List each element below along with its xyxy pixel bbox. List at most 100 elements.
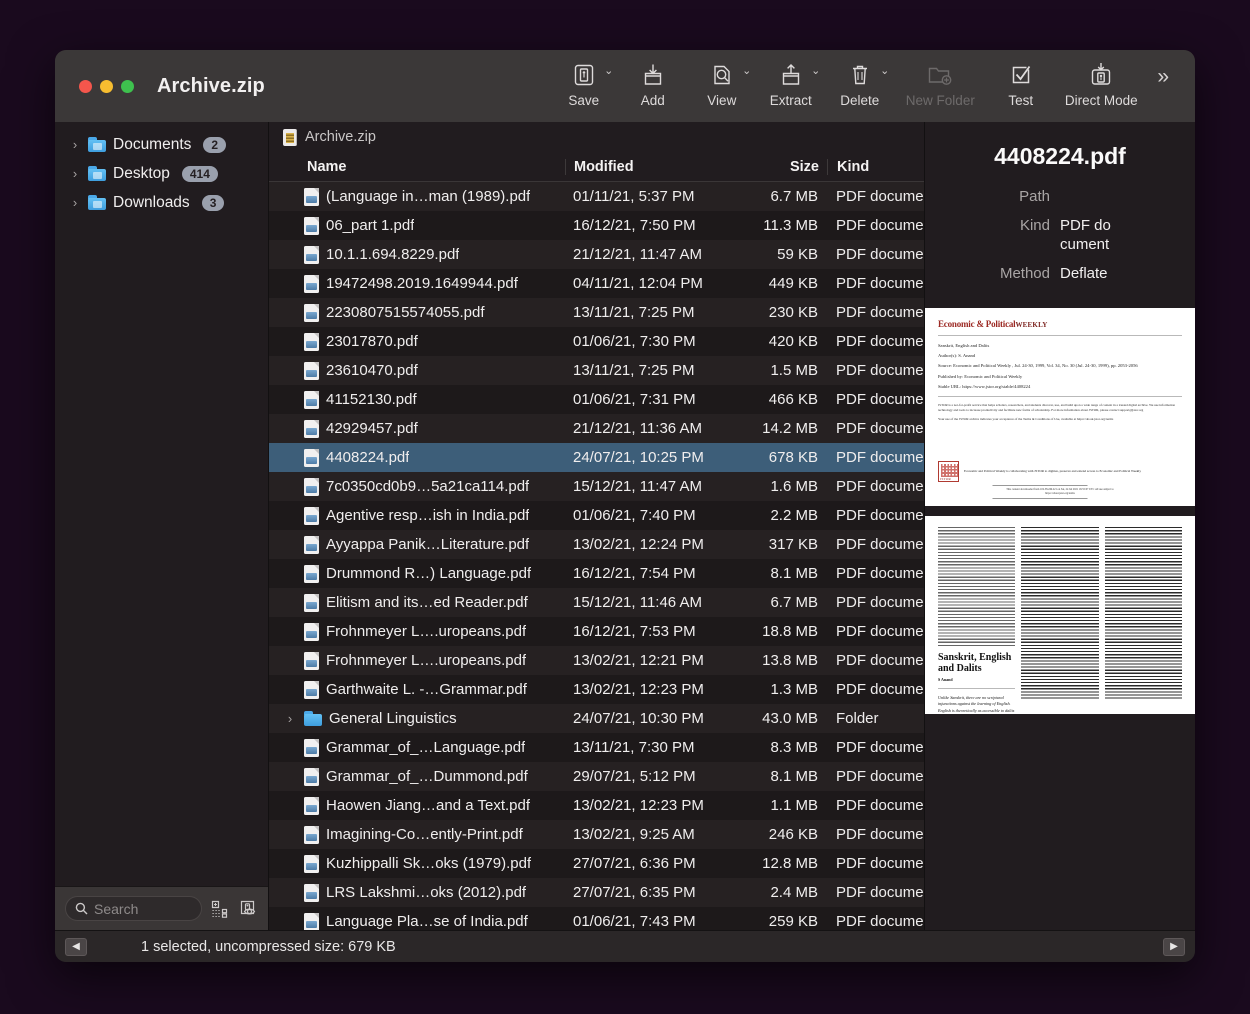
cell-kind: PDF document <box>836 913 924 930</box>
table-row[interactable]: Frohnmeyer L….uropeans.pdf 16/12/21, 7:53… <box>269 617 924 646</box>
minimize-button[interactable] <box>100 79 113 93</box>
cell-modified: 01/11/21, 5:37 PM <box>573 188 695 205</box>
table-row[interactable]: 10.1.1.694.8229.pdf 21/12/21, 11:47 AM 59 … <box>269 240 924 269</box>
table-row[interactable]: Imagining-Co…ently-Print.pdf 13/02/21, 9:… <box>269 820 924 849</box>
nav-forward-icon[interactable]: ▶ <box>1163 937 1185 956</box>
toolbar-extract-button[interactable]: ⌄ Extract <box>756 50 825 108</box>
cell-kind: PDF document <box>836 362 924 379</box>
folder-documents-icon <box>88 137 106 152</box>
toolbar-direct-mode-button[interactable]: Direct Mode <box>1055 50 1147 108</box>
cell-size: 8.1 MB <box>770 565 818 582</box>
chevron-right-icon[interactable]: › <box>69 195 81 210</box>
pdf-preview[interactable]: Economic & PoliticalWEEKLY Sanskrit, Eng… <box>925 308 1195 724</box>
toolbar-test-label: Test <box>1008 93 1034 108</box>
column-header-kind[interactable]: Kind <box>827 158 924 175</box>
table-row[interactable]: (Language in…man (1989).pdf 01/11/21, 5:3… <box>269 182 924 211</box>
chevron-down-icon[interactable]: ⌄ <box>811 66 820 77</box>
table-row[interactable]: Garthwaite L. -…Grammar.pdf 13/02/21, 12:… <box>269 675 924 704</box>
sidebar-item-documents[interactable]: › Documents 2 <box>55 130 268 159</box>
table-row[interactable]: Grammar_of_…Dummond.pdf 29/07/21, 5:12 PM… <box>269 762 924 791</box>
extract-icon <box>780 61 802 89</box>
chevron-down-icon[interactable]: ⌄ <box>880 66 889 77</box>
chevron-right-icon[interactable]: › <box>69 166 81 181</box>
pdf-file-icon <box>304 738 319 757</box>
close-button[interactable] <box>79 79 92 93</box>
journal-suffix: WEEKLY <box>1015 321 1048 330</box>
preview-footer-text: This content downloaded from 102.38.249.… <box>1006 487 1114 495</box>
pdf-file-icon <box>304 767 319 786</box>
toolbar-delete-button[interactable]: ⌄ Delete <box>825 50 894 109</box>
table-row[interactable]: LRS Lakshmi…oks (2012).pdf 27/07/21, 6:35… <box>269 878 924 907</box>
cell-modified: 01/06/21, 7:31 PM <box>573 391 696 408</box>
nav-back-icon[interactable]: ◀ <box>65 937 87 956</box>
file-name-label: (Language in…man (1989).pdf <box>326 188 531 205</box>
table-row[interactable]: 41152130.pdf 01/06/21, 7:31 PM 466 KB PDF d… <box>269 385 924 414</box>
table-row[interactable]: 19472498.2019.1649944.pdf 04/11/21, 12:04… <box>269 269 924 298</box>
pdf-file-icon <box>304 883 319 902</box>
journal-name: Economic & Political <box>938 319 1016 330</box>
table-row[interactable]: 42929457.pdf 21/12/21, 11:36 AM 14.2 MB PDF… <box>269 414 924 443</box>
pdf-file-icon <box>304 245 319 264</box>
chevron-down-icon[interactable]: ⌄ <box>742 66 751 77</box>
cell-name: 23017870.pdf <box>269 332 565 351</box>
table-row[interactable]: 06_part 1.pdf 16/12/21, 7:50 PM 11.3 MB PDF… <box>269 211 924 240</box>
info-field-value: Deflate <box>1060 264 1108 282</box>
table-row[interactable]: Elitism and its…ed Reader.pdf 15/12/21, 1… <box>269 588 924 617</box>
cell-name: Elitism and its…ed Reader.pdf <box>269 593 565 612</box>
file-rows[interactable]: (Language in…man (1989).pdf 01/11/21, 5:3… <box>269 182 924 930</box>
toolbar-view-label: View <box>707 93 737 108</box>
table-row[interactable]: Frohnmeyer L….uropeans.pdf 13/02/21, 12:2… <box>269 646 924 675</box>
cell-name: (Language in…man (1989).pdf <box>269 187 565 206</box>
table-row[interactable]: › General Linguistics 24/07/21, 10:30 PM 43… <box>269 704 924 733</box>
preview-footer: This content downloaded from 102.38.249.… <box>992 483 1128 502</box>
chevron-right-icon[interactable]: › <box>69 137 81 152</box>
toolbar-save-button[interactable]: ⌄ Save <box>549 50 618 108</box>
file-name-label: 4408224.pdf <box>326 449 410 466</box>
search-input[interactable] <box>94 900 192 917</box>
cell-name: Drummond R…) Language.pdf <box>269 564 565 583</box>
chevron-down-icon[interactable]: ⌄ <box>604 66 613 77</box>
column-header-size[interactable]: Size <box>731 159 827 175</box>
table-row[interactable]: Drummond R…) Language.pdf 16/12/21, 7:54 … <box>269 559 924 588</box>
chevron-right-icon[interactable]: › <box>283 711 297 726</box>
cell-kind: PDF document <box>836 217 924 234</box>
cell-modified: 13/02/21, 12:23 PM <box>573 797 704 814</box>
save-archive-icon <box>573 61 595 89</box>
table-row[interactable]: Kuzhippalli Sk…oks (1979).pdf 27/07/21, 6… <box>269 849 924 878</box>
column-header-name[interactable]: Name <box>269 159 565 175</box>
toolbar-add-button[interactable]: Add <box>618 50 687 108</box>
table-row[interactable]: 2230807515574055.pdf 13/11/21, 7:25 PM 230… <box>269 298 924 327</box>
preview-blurb-1: JSTOR is a not-for-profit service that h… <box>938 402 1175 412</box>
cell-size: 230 KB <box>768 304 818 321</box>
cell-kind: PDF document <box>836 565 924 582</box>
table-row[interactable]: 23610470.pdf 13/11/21, 7:25 PM 1.5 MB PDF d… <box>269 356 924 385</box>
cell-modified: 13/02/21, 12:24 PM <box>573 536 704 553</box>
toolbar-new-folder-button: New Folder <box>894 50 986 108</box>
table-row[interactable]: 7c0350cd0b9…5a21ca114.pdf 15/12/21, 11:47… <box>269 472 924 501</box>
cell-name: Grammar_of_…Language.pdf <box>269 738 565 757</box>
sidebar-item-downloads[interactable]: › Downloads 3 <box>55 188 268 217</box>
quick-look-icon[interactable] <box>238 898 260 920</box>
toolbar-view-button[interactable]: ⌄ View <box>687 50 756 109</box>
cell-modified: 24/07/21, 10:25 PM <box>573 449 704 466</box>
table-row[interactable]: Ayyappa Panik…Literature.pdf 13/02/21, 12… <box>269 530 924 559</box>
breadcrumb[interactable]: Archive.zip <box>269 122 924 152</box>
zoom-button[interactable] <box>121 79 134 93</box>
table-row[interactable]: Agentive resp…ish in India.pdf 01/06/21, … <box>269 501 924 530</box>
table-row[interactable]: Haowen Jiang…and a Text.pdf 13/02/21, 12:… <box>269 791 924 820</box>
table-row[interactable]: 4408224.pdf 24/07/21, 10:25 PM 678 KB PDF d… <box>269 443 924 472</box>
file-name-label: Grammar_of_…Language.pdf <box>326 739 526 756</box>
table-row[interactable]: Grammar_of_…Language.pdf 13/11/21, 7:30 P… <box>269 733 924 762</box>
column-header-modified[interactable]: Modified <box>565 158 731 175</box>
info-field-value <box>1060 188 1118 206</box>
toolbar-test-button[interactable]: Test <box>986 50 1055 108</box>
toolbar-overflow-button[interactable]: » <box>1147 65 1185 107</box>
table-row[interactable]: Language Pla…se of India.pdf 01/06/21, 7:… <box>269 907 924 930</box>
select-items-icon[interactable] <box>210 899 230 919</box>
sidebar-item-badge: 414 <box>181 165 218 182</box>
cell-modified: 01/06/21, 7:40 PM <box>573 507 696 524</box>
sidebar-item-desktop[interactable]: › Desktop 414 <box>55 159 268 188</box>
cell-kind: PDF document <box>836 623 924 640</box>
table-row[interactable]: 23017870.pdf 01/06/21, 7:30 PM 420 KB PDF d… <box>269 327 924 356</box>
search-field[interactable] <box>65 896 202 921</box>
